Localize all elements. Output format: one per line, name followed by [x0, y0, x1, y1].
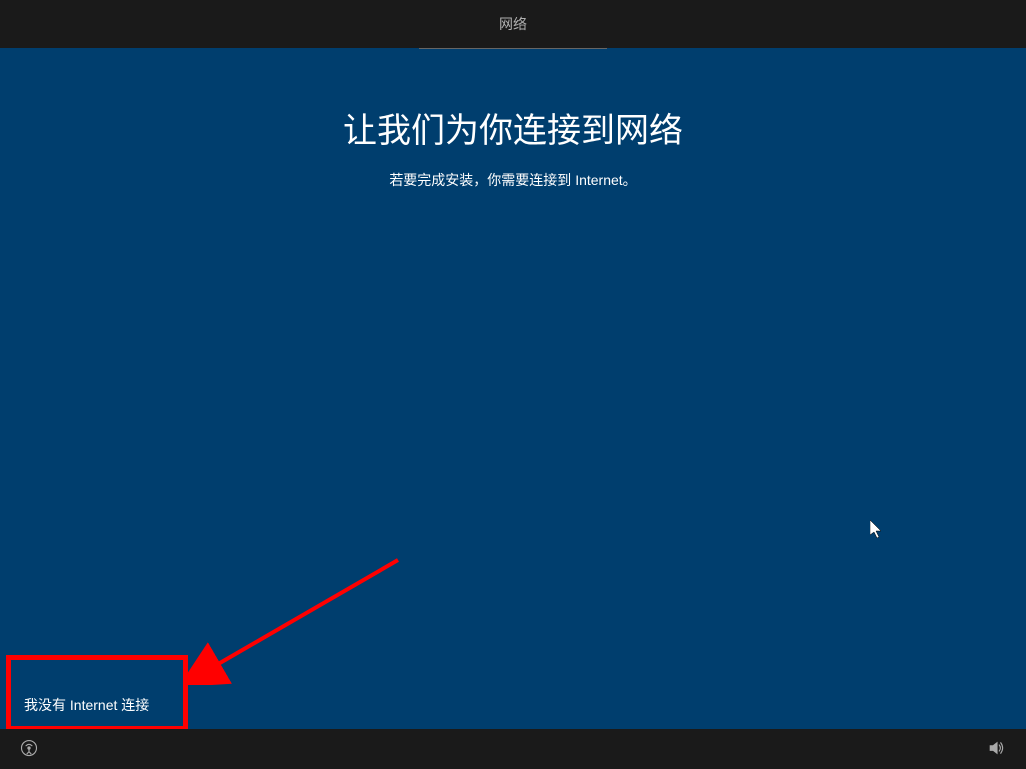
tab-network[interactable]: 网络 [419, 0, 607, 49]
mouse-cursor-icon [870, 520, 886, 545]
main-content: 让我们为你连接到网络 若要完成安装，你需要连接到 Internet。 [0, 48, 1026, 190]
page-subtitle: 若要完成安装，你需要连接到 Internet。 [0, 170, 1026, 190]
volume-icon [988, 739, 1006, 760]
ease-of-access-button[interactable] [16, 735, 42, 764]
header-bar: 网络 [0, 0, 1026, 48]
page-title: 让我们为你连接到网络 [0, 103, 1026, 152]
no-internet-button[interactable]: 我没有 Internet 连接 [10, 685, 163, 725]
ease-of-access-icon [20, 739, 38, 760]
footer-bar [0, 729, 1026, 769]
annotation-arrow [188, 555, 408, 685]
volume-button[interactable] [984, 735, 1010, 764]
